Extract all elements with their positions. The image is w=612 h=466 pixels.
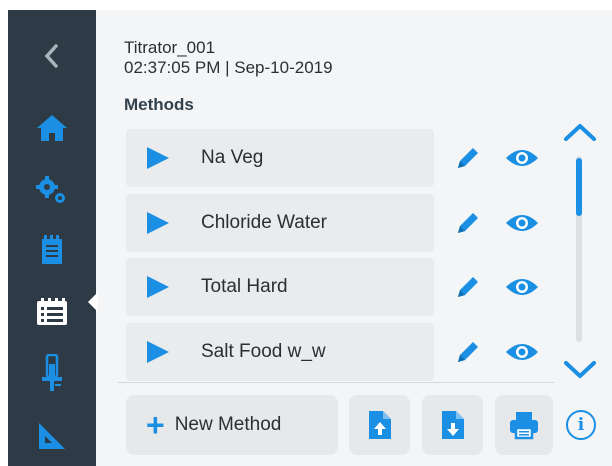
active-indicator: [88, 292, 98, 312]
scroll-up-button[interactable]: [562, 118, 598, 146]
chevron-up-icon: [564, 124, 596, 141]
scrollbar-thumb[interactable]: [576, 158, 582, 216]
edit-button[interactable]: [450, 334, 486, 370]
method-list-icon: [37, 298, 67, 325]
eye-icon: [506, 215, 538, 231]
edit-button[interactable]: [450, 269, 486, 305]
method-label: Chloride Water: [201, 212, 328, 233]
chevron-down-icon: [564, 361, 596, 378]
view-button[interactable]: [504, 140, 540, 176]
export-button[interactable]: [422, 395, 483, 455]
method-row-total-hard[interactable]: Total Hard: [126, 258, 434, 316]
method-row-chloride-water[interactable]: Chloride Water: [126, 194, 434, 252]
eye-icon: [506, 279, 538, 295]
pencil-icon: [458, 342, 478, 362]
home-icon: [37, 115, 67, 141]
method-row-salt-food[interactable]: Salt Food w_w: [126, 323, 434, 381]
chevron-left-icon: [44, 44, 58, 68]
edit-button[interactable]: [450, 205, 486, 241]
new-method-button[interactable]: + New Method: [126, 395, 338, 455]
sidebar-item-settings[interactable]: [8, 162, 96, 218]
printer-icon: [510, 412, 538, 440]
play-icon[interactable]: [147, 341, 169, 363]
sidebar-item-electrode[interactable]: [8, 346, 96, 402]
import-button[interactable]: [349, 395, 410, 455]
info-button[interactable]: i: [566, 410, 596, 440]
view-button[interactable]: [504, 269, 540, 305]
pencil-icon: [458, 277, 478, 297]
view-button[interactable]: [504, 205, 540, 241]
edit-button[interactable]: [450, 140, 486, 176]
view-button[interactable]: [504, 334, 540, 370]
back-button[interactable]: [8, 28, 96, 84]
new-method-label: New Method: [174, 414, 282, 435]
print-button[interactable]: [495, 395, 553, 455]
method-label: Total Hard: [201, 276, 288, 297]
play-icon[interactable]: [147, 147, 169, 169]
divider: [118, 382, 554, 383]
sidebar-item-calibration[interactable]: [8, 408, 96, 464]
info-icon: i: [577, 415, 585, 435]
play-icon[interactable]: [147, 212, 169, 234]
scroll-down-button[interactable]: [562, 356, 598, 384]
file-download-icon: [441, 411, 464, 439]
play-icon[interactable]: [147, 276, 169, 298]
file-upload-icon: [368, 411, 391, 439]
ruler-triangle-icon: [39, 423, 65, 449]
eye-icon: [506, 344, 538, 360]
page-title: Methods: [124, 95, 194, 114]
sidebar-item-methods[interactable]: [8, 284, 96, 340]
notepad-icon: [42, 235, 62, 264]
electrode-icon: [42, 354, 62, 391]
eye-icon: [506, 150, 538, 166]
gears-icon: [36, 176, 65, 203]
method-label: Salt Food w_w: [201, 341, 326, 362]
method-label: Na Veg: [201, 147, 264, 168]
method-row-na-veg[interactable]: Na Veg: [126, 129, 434, 187]
plus-icon: +: [146, 407, 165, 443]
sidebar-item-notes[interactable]: [8, 222, 96, 278]
header: Titrator_001 02:37:05 PM | Sep-10-2019: [124, 38, 333, 78]
sidebar: [8, 10, 96, 466]
pencil-icon: [458, 213, 478, 233]
pencil-icon: [458, 148, 478, 168]
device-name: Titrator_001: [124, 38, 216, 57]
sidebar-item-home[interactable]: [8, 100, 96, 156]
datetime: 02:37:05 PM | Sep-10-2019: [124, 58, 333, 77]
